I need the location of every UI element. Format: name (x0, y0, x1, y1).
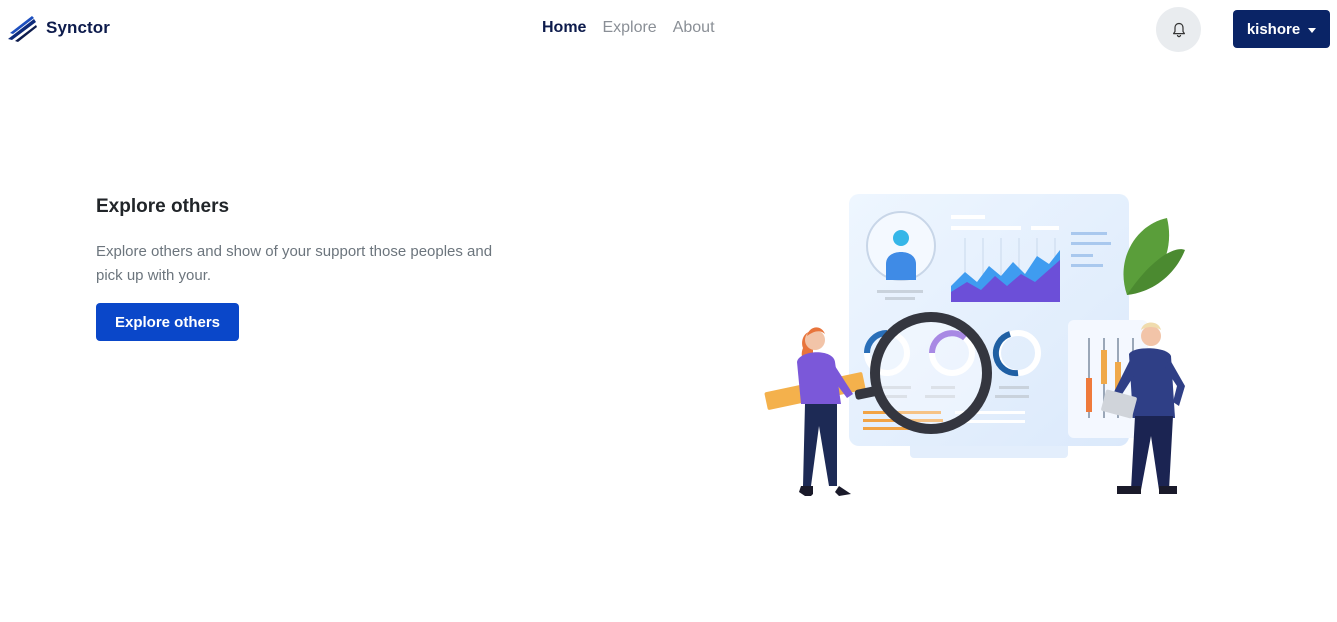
brand-name: Synctor (46, 18, 110, 37)
nav-explore[interactable]: Explore (602, 19, 656, 37)
brand-logo-link[interactable]: Synctor (6, 12, 110, 44)
hero-illustration (764, 194, 1185, 496)
user-menu-button[interactable]: kishore (1233, 10, 1330, 48)
user-name: kishore (1246, 20, 1301, 38)
bell-icon (1172, 22, 1185, 37)
nav-home[interactable]: Home (542, 19, 586, 37)
navbar: Synctor Home Explore About kishore (0, 0, 1337, 58)
explore-others-button[interactable]: Explore others (96, 303, 239, 341)
nav-about[interactable]: About (673, 19, 715, 37)
hero-description: Explore others and show of your support … (96, 243, 493, 284)
caret-down-icon (1308, 27, 1317, 33)
hero-title: Explore others (96, 196, 230, 217)
brand-logo-icon (8, 16, 37, 42)
main-nav: Home Explore About (542, 19, 715, 37)
notifications-button[interactable] (1156, 7, 1201, 52)
